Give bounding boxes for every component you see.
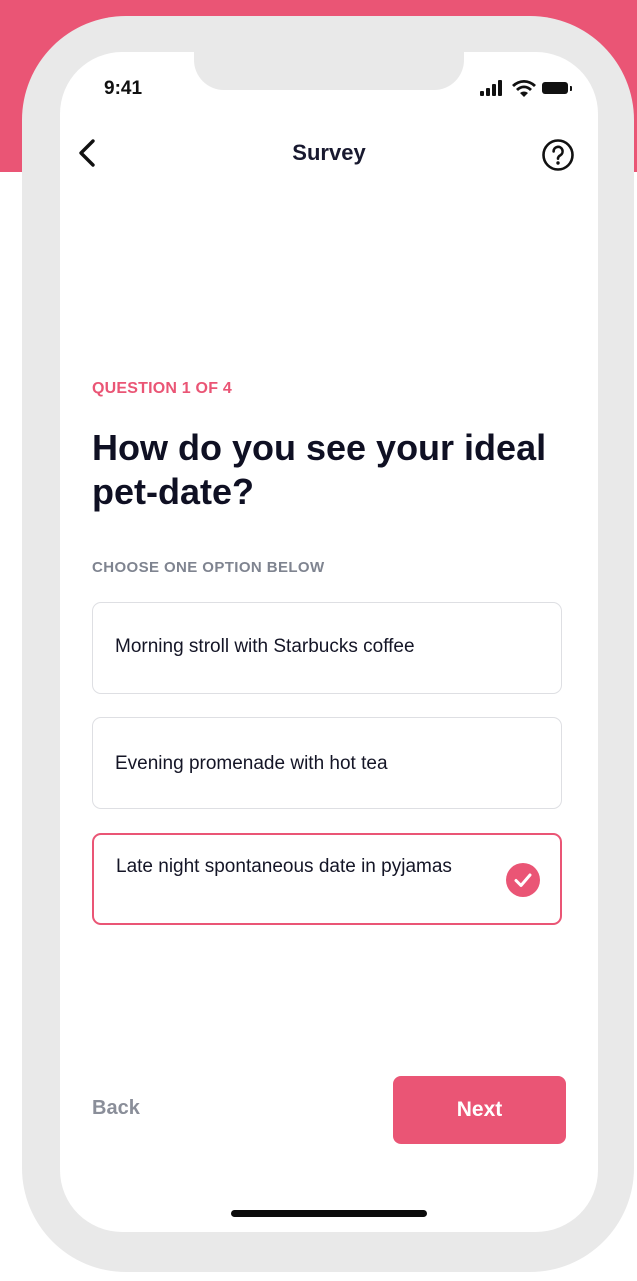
battery-cap <box>570 86 572 91</box>
wifi-icon <box>512 80 536 97</box>
next-button[interactable]: Next <box>393 1076 566 1144</box>
page-title: Survey <box>292 140 366 165</box>
notch <box>194 52 464 90</box>
battery-icon <box>542 82 568 94</box>
home-indicator <box>231 1210 427 1217</box>
option-label: Evening promenade with hot tea <box>115 753 388 774</box>
option-late-night-date[interactable]: Late night spontaneous date in pyjamas <box>92 833 562 925</box>
options-instruction: CHOOSE ONE OPTION BELOW <box>92 559 325 576</box>
status-time: 9:41 <box>104 78 143 99</box>
status-icons <box>480 80 590 100</box>
option-label: Late night spontaneous date in pyjamas <box>116 856 452 877</box>
option-morning-stroll[interactable]: Morning stroll with Starbucks coffee <box>92 602 562 694</box>
question-counter: QUESTION 1 OF 4 <box>92 380 232 397</box>
question-circle-icon[interactable] <box>541 138 575 172</box>
back-button[interactable]: Back <box>92 1097 140 1120</box>
question-title: How do you see your ideal pet-date? <box>92 427 547 512</box>
check-circle-icon <box>506 863 540 897</box>
cellular-signal-icon <box>480 80 506 96</box>
option-evening-promenade[interactable]: Evening promenade with hot tea <box>92 717 562 809</box>
phone-screen: 9:41 Survey QUESTION 1 OF 4 How do you s… <box>60 52 598 1232</box>
option-label: Morning stroll with Starbucks coffee <box>115 636 415 657</box>
